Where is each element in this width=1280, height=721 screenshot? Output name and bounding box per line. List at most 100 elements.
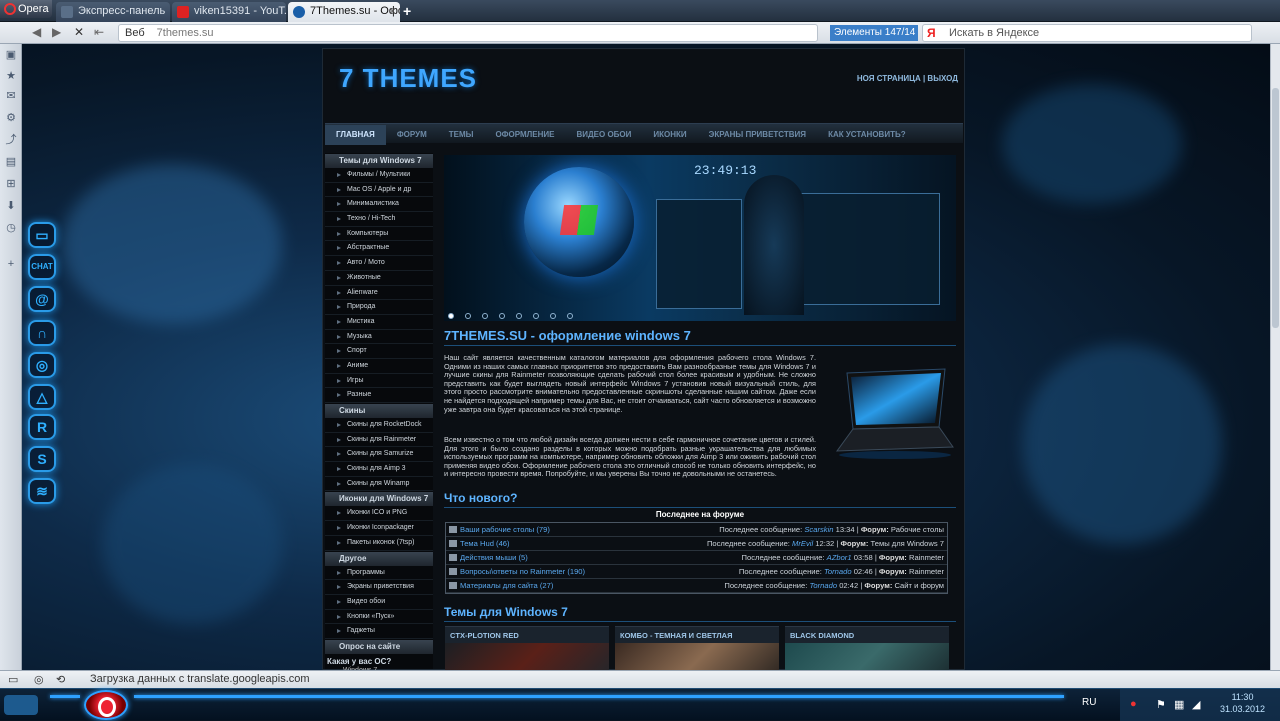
nav-welcome-screens[interactable]: ЭКРАНЫ ПРИВЕТСТВИЯ	[698, 125, 817, 145]
menu-item[interactable]: Музыка	[325, 330, 433, 345]
menu-item[interactable]: Скины для Aimp 3	[325, 462, 433, 477]
menu-item[interactable]: Природа	[325, 300, 433, 315]
menu-section-heading[interactable]: Скины	[325, 404, 433, 418]
forum-topic-link[interactable]: Тема Hud	[460, 539, 494, 548]
slider-dot[interactable]	[567, 313, 573, 319]
nav-video-wallpaper[interactable]: ВИДЕО ОБОИ	[565, 125, 642, 145]
menu-item[interactable]: Видео обои	[325, 595, 433, 610]
nav-themes[interactable]: ТЕМЫ	[438, 125, 485, 145]
address-field[interactable]: Веб 7themes.su	[118, 24, 818, 42]
chat-icon[interactable]: CHAT	[28, 254, 56, 280]
forum-topic-link[interactable]: Материалы для сайта	[460, 581, 538, 590]
volume-icon[interactable]: ◢	[1192, 698, 1200, 711]
menu-item[interactable]: Скины для RocketDock	[325, 418, 433, 433]
menu-item[interactable]: Скины для Winamp	[325, 477, 433, 492]
menu-item[interactable]: Техно / Hi-Tech	[325, 212, 433, 227]
menu-item[interactable]: Минималистика	[325, 197, 433, 213]
clock[interactable]: 11:30 31.03.2012	[1220, 691, 1265, 715]
slider-dot[interactable]	[499, 313, 505, 319]
forum-user-link[interactable]: Tornado	[824, 567, 852, 576]
bookmarks-icon[interactable]: ▣	[5, 49, 17, 61]
slider-dot[interactable]	[533, 313, 539, 319]
triangle-icon[interactable]: △	[28, 384, 56, 410]
menu-item[interactable]: Спорт	[325, 344, 433, 359]
forum-topic-link[interactable]: Вопросы\ответы по Rainmeter	[460, 567, 565, 576]
menu-item[interactable]: Alienware	[325, 286, 433, 301]
mail-icon[interactable]: ✉	[5, 90, 17, 102]
forum-user-link[interactable]: MrEvil	[792, 539, 813, 548]
show-desktop-button[interactable]	[4, 695, 38, 715]
menu-item[interactable]: Фильмы / Мультики	[325, 168, 433, 183]
menu-item[interactable]: Животные	[325, 271, 433, 286]
sync-icon[interactable]: ⟲	[56, 673, 65, 686]
opera-taskbar-icon[interactable]	[84, 690, 128, 720]
forum-name[interactable]: Rainmeter	[909, 567, 944, 576]
forum-name[interactable]: Темы для Windows 7	[871, 539, 944, 548]
gear-icon[interactable]: ⚙	[5, 112, 17, 124]
slider-dot[interactable]	[516, 313, 522, 319]
menu-item[interactable]: Кнопки «Пуск»	[325, 610, 433, 625]
language-indicator[interactable]: RU	[1082, 697, 1096, 708]
widgets-icon[interactable]: ⊞	[5, 178, 17, 190]
menu-item[interactable]: Гаджеты	[325, 624, 433, 639]
menu-section-heading[interactable]: Другое	[325, 551, 433, 566]
email-icon[interactable]: @	[28, 286, 56, 312]
media-icon[interactable]: ◎	[28, 352, 56, 378]
scrollbar-thumb[interactable]	[1272, 88, 1279, 328]
search-input[interactable]: Я Искать в Яндексе	[922, 24, 1252, 42]
tab-youtube[interactable]: viken15391 - YouT...	[172, 2, 286, 22]
nav-home[interactable]: ГЛАВНАЯ	[325, 125, 386, 145]
menu-item[interactable]: Скины для Rainmeter	[325, 433, 433, 448]
forum-user-link[interactable]: Scarskin	[804, 525, 833, 534]
star-icon[interactable]: ★	[5, 70, 17, 82]
slider-dot[interactable]	[465, 313, 471, 319]
menu-item[interactable]: Мистика	[325, 315, 433, 330]
menu-section-heading[interactable]: Темы для Windows 7	[325, 154, 433, 168]
opera-menu-button[interactable]: Opera	[0, 0, 52, 18]
menu-item[interactable]: Иконки Iconpackager	[325, 521, 433, 536]
share-icon[interactable]: ⤴	[5, 134, 17, 146]
add-panel-icon[interactable]: +	[5, 258, 17, 270]
user-links[interactable]: НОЯ СТРАНИЦА | ВЫХОД	[857, 74, 958, 83]
skype-icon[interactable]: S	[28, 446, 56, 472]
forum-user-link[interactable]: Tornado	[809, 581, 837, 590]
download-icon[interactable]: ⬇	[5, 200, 17, 212]
menu-item[interactable]: Скины для Samurize	[325, 447, 433, 463]
nav-how-to-install[interactable]: КАК УСТАНОВИТЬ?	[817, 125, 917, 145]
tab-speed-dial[interactable]: Экспресс-панель	[56, 2, 170, 22]
flag-icon[interactable]: ⚑	[1156, 698, 1166, 711]
network-icon[interactable]: ▦	[1174, 698, 1184, 711]
forum-name[interactable]: Сайт и форум	[894, 581, 944, 590]
stop-icon[interactable]: ✕	[74, 25, 84, 39]
tab-7themes[interactable]: 7Themes.su - Офо...×	[288, 2, 400, 22]
slider-dot[interactable]	[482, 313, 488, 319]
history-icon[interactable]: ◷	[5, 222, 17, 234]
slider-dot[interactable]	[448, 313, 454, 319]
forum-topic-link[interactable]: Ваши рабочие столы	[460, 525, 534, 534]
menu-item[interactable]: Авто / Мото	[325, 256, 433, 271]
menu-item[interactable]: Разные	[325, 388, 433, 403]
nav-design[interactable]: ОФОРМЛЕНИЕ	[484, 125, 565, 145]
forum-topic-link[interactable]: Действия мыши	[460, 553, 516, 562]
new-tab-button[interactable]: +	[403, 3, 411, 19]
forum-user-link[interactable]: AZbor1	[827, 553, 852, 562]
menu-item[interactable]: Программы	[325, 566, 433, 581]
forum-name[interactable]: Рабочие столы	[891, 525, 944, 534]
menu-item[interactable]: Экраны приветствия	[325, 580, 433, 595]
menu-item[interactable]: Иконки ICO и PNG	[325, 506, 433, 522]
rewind-icon[interactable]: ⇤	[94, 25, 104, 39]
page-scrollbar[interactable]	[1270, 44, 1280, 670]
menu-item[interactable]: Абстрактные	[325, 241, 433, 257]
notes-icon[interactable]: ▤	[5, 156, 17, 168]
panel-toggle-icon[interactable]: ▭	[8, 673, 18, 686]
close-tab-icon[interactable]: ×	[389, 4, 396, 18]
menu-item[interactable]: Компьютеры	[325, 227, 433, 242]
forward-icon[interactable]: ▶	[52, 25, 61, 39]
opera-tray-icon[interactable]: ●	[1130, 698, 1137, 710]
rss-icon[interactable]: ≋	[28, 478, 56, 504]
monitor-icon[interactable]: ▭	[28, 222, 56, 248]
slider-dot[interactable]	[550, 313, 556, 319]
menu-item[interactable]: Mac OS / Apple и др	[325, 183, 433, 198]
menu-item[interactable]: Пакеты иконок (7tsp)	[325, 536, 433, 551]
menu-item[interactable]: Игры	[325, 374, 433, 389]
